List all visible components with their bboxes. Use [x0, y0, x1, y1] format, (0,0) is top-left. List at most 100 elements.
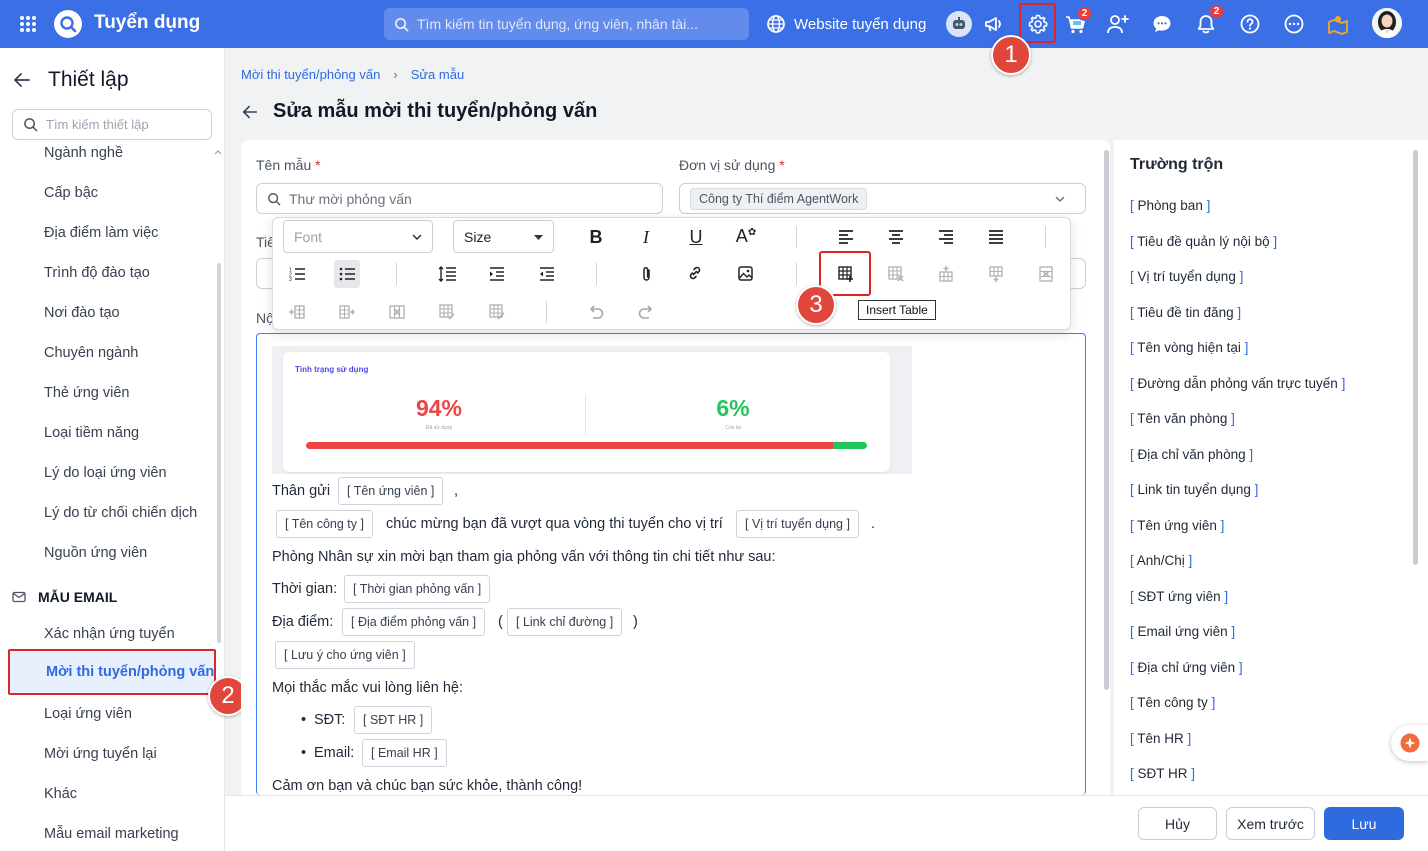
italic-icon[interactable]: I	[633, 224, 659, 250]
sidebar-item[interactable]: Thẻ ứng viên	[44, 385, 129, 401]
table-cell-props-icon[interactable]	[434, 299, 460, 325]
breadcrumb-parent[interactable]: Mời thi tuyển/phỏng vấn	[241, 67, 380, 82]
sidebar-item-active[interactable]: Mời thi tuyển/phỏng vấn	[8, 649, 216, 695]
help-icon[interactable]	[1238, 12, 1262, 36]
sidebar-item[interactable]: Chuyên ngành	[44, 345, 138, 361]
sidebar-item[interactable]: Nơi đào tạo	[44, 305, 120, 321]
sidebar-item[interactable]: Mời ứng tuyển lại	[44, 746, 157, 762]
sidebar-item[interactable]: Xác nhận ứng tuyển	[44, 626, 175, 642]
merge-field-item[interactable]: [ Đường dẫn phỏng vấn trực tuyến ]	[1130, 376, 1345, 391]
save-button[interactable]: Lưu	[1324, 807, 1404, 840]
merge-field-tag[interactable]: [ Lưu ý cho ứng viên ]	[275, 641, 415, 669]
merge-field-item[interactable]: [ Tên HR ]	[1130, 731, 1191, 746]
sidebar-item[interactable]: Địa điểm làm việc	[44, 225, 158, 241]
merge-field-tag[interactable]: [ Link chỉ đường ]	[507, 608, 623, 636]
sidebar-search-input[interactable]: Tìm kiếm thiết lập	[12, 109, 212, 140]
more-icon[interactable]	[1282, 12, 1306, 36]
sidebar-item[interactable]: Nguồn ứng viên	[44, 545, 147, 561]
align-center-icon[interactable]	[883, 224, 909, 250]
sidebar-scrollbar[interactable]	[217, 263, 221, 643]
align-right-icon[interactable]	[933, 224, 959, 250]
merge-field-item[interactable]: [ Tên công ty ]	[1130, 695, 1215, 710]
merge-field-item[interactable]: [ SĐT ứng viên ]	[1130, 589, 1228, 604]
template-name-input[interactable]: Thư mời phỏng vấn	[256, 183, 663, 214]
insert-column-left-icon[interactable]	[284, 299, 310, 325]
back-arrow-icon[interactable]	[12, 70, 32, 90]
merge-field-item[interactable]: [ Tiêu đề tin đăng ]	[1130, 305, 1241, 320]
merge-field-tag[interactable]: [ Thời gian phỏng vấn ]	[344, 575, 491, 603]
user-avatar[interactable]	[1372, 8, 1402, 38]
merge-field-item[interactable]: [ Địa chỉ ứng viên ]	[1130, 660, 1243, 675]
merge-field-item[interactable]: [ SĐT HR ]	[1130, 766, 1195, 781]
font-select[interactable]: Font	[283, 220, 433, 253]
merge-field-item[interactable]: [ Email ứng viên ]	[1130, 624, 1235, 639]
merge-field-tag[interactable]: [ SĐT HR ]	[354, 706, 433, 734]
sidebar-search-placeholder: Tìm kiếm thiết lập	[46, 117, 149, 132]
sidebar-item[interactable]: Mẫu email marketing	[44, 826, 179, 842]
main-scrollbar[interactable]	[1104, 150, 1109, 690]
link-icon[interactable]	[682, 260, 708, 286]
merge-field-item[interactable]: [ Tên văn phòng ]	[1130, 411, 1235, 426]
back-arrow-icon[interactable]	[241, 103, 259, 121]
megaphone-icon[interactable]	[982, 12, 1006, 36]
apps-grid-icon[interactable]	[16, 12, 40, 36]
attachment-icon[interactable]	[634, 261, 660, 287]
ordered-list-icon[interactable]: 123	[284, 261, 310, 287]
preview-button[interactable]: Xem trước	[1226, 807, 1315, 840]
add-user-icon[interactable]	[1106, 12, 1130, 36]
image-icon[interactable]	[732, 260, 758, 286]
sidebar-item[interactable]: Lý do từ chối chiến dịch	[44, 505, 197, 521]
merge-field-item[interactable]: [ Vị trí tuyển dụng ]	[1130, 269, 1243, 284]
map-location-icon[interactable]	[1326, 12, 1350, 36]
merge-field-item[interactable]: [ Link tin tuyển dụng ]	[1130, 482, 1258, 497]
merge-field-item[interactable]: [ Tiêu đề quản lý nội bộ ]	[1130, 234, 1277, 249]
bot-avatar-icon[interactable]	[946, 11, 972, 37]
breadcrumb: Mời thi tuyển/phỏng vấn › Sửa mẫu	[241, 67, 464, 82]
merge-field-item[interactable]: [ Địa chỉ văn phòng ]	[1130, 447, 1253, 462]
insert-column-right-icon[interactable]	[334, 299, 360, 325]
ai-assistant-button[interactable]	[1391, 725, 1428, 761]
cancel-button[interactable]: Hủy	[1138, 807, 1217, 840]
sidebar-item[interactable]: Trình độ đào tạo	[44, 265, 150, 281]
sidebar-item[interactable]: Loại ứng viên	[44, 706, 132, 722]
redo-icon[interactable]	[633, 299, 659, 325]
insert-row-below-icon[interactable]	[983, 261, 1009, 287]
sidebar-item[interactable]: Loại tiềm năng	[44, 425, 139, 441]
bold-icon[interactable]: B	[583, 224, 609, 250]
bullet-list-icon[interactable]	[334, 260, 360, 288]
undo-icon[interactable]	[583, 299, 609, 325]
merge-field-tag[interactable]: [ Tên ứng viên ]	[338, 477, 444, 505]
size-select[interactable]: Size	[453, 220, 554, 253]
table-props-icon[interactable]	[484, 299, 510, 325]
scroll-up-icon[interactable]	[214, 149, 222, 155]
line-height-icon[interactable]	[434, 261, 460, 287]
align-left-icon[interactable]	[833, 224, 859, 250]
sidebar-item[interactable]: Lý do loại ứng viên	[44, 465, 167, 481]
sidebar-item[interactable]: Cấp bậc	[44, 185, 98, 201]
unit-select[interactable]: Công ty Thí điểm AgentWork	[679, 183, 1086, 214]
delete-column-icon[interactable]	[384, 299, 410, 325]
merge-field-item[interactable]: [ Phòng ban ]	[1130, 198, 1210, 213]
delete-table-icon[interactable]	[883, 261, 909, 287]
underline-icon[interactable]: U	[683, 224, 709, 250]
merge-field-tag[interactable]: [ Email HR ]	[362, 739, 447, 767]
template-name-label: Tên mẫu *	[256, 157, 321, 173]
chat-icon[interactable]	[1150, 12, 1174, 36]
indent-icon[interactable]	[484, 261, 510, 287]
sidebar-item[interactable]: Ngành nghề	[44, 145, 123, 161]
merge-field-tag[interactable]: [ Tên công ty ]	[276, 510, 373, 538]
outdent-icon[interactable]	[534, 261, 560, 287]
merge-field-item[interactable]: [ Tên ứng viên ]	[1130, 518, 1224, 533]
merge-field-item[interactable]: [ Tên vòng hiện tại ]	[1130, 340, 1248, 355]
insert-row-above-icon[interactable]	[933, 261, 959, 287]
merge-field-tag[interactable]: [ Địa điểm phỏng vấn ]	[342, 608, 486, 636]
global-search-input[interactable]: Tìm kiếm tin tuyển dụng, ứng viên, nhân …	[384, 8, 749, 40]
align-justify-icon[interactable]	[983, 224, 1009, 250]
merge-field-item[interactable]: [ Anh/Chị ]	[1130, 553, 1192, 568]
delete-row-icon[interactable]	[1033, 261, 1059, 287]
sidebar-item[interactable]: Khác	[44, 786, 77, 802]
text-style-icon[interactable]: A ✿	[733, 223, 759, 249]
merge-fields-scrollbar[interactable]	[1413, 150, 1418, 565]
merge-field-tag[interactable]: [ Vị trí tuyển dụng ]	[736, 510, 859, 538]
website-link[interactable]: Website tuyển dụng	[766, 14, 926, 34]
